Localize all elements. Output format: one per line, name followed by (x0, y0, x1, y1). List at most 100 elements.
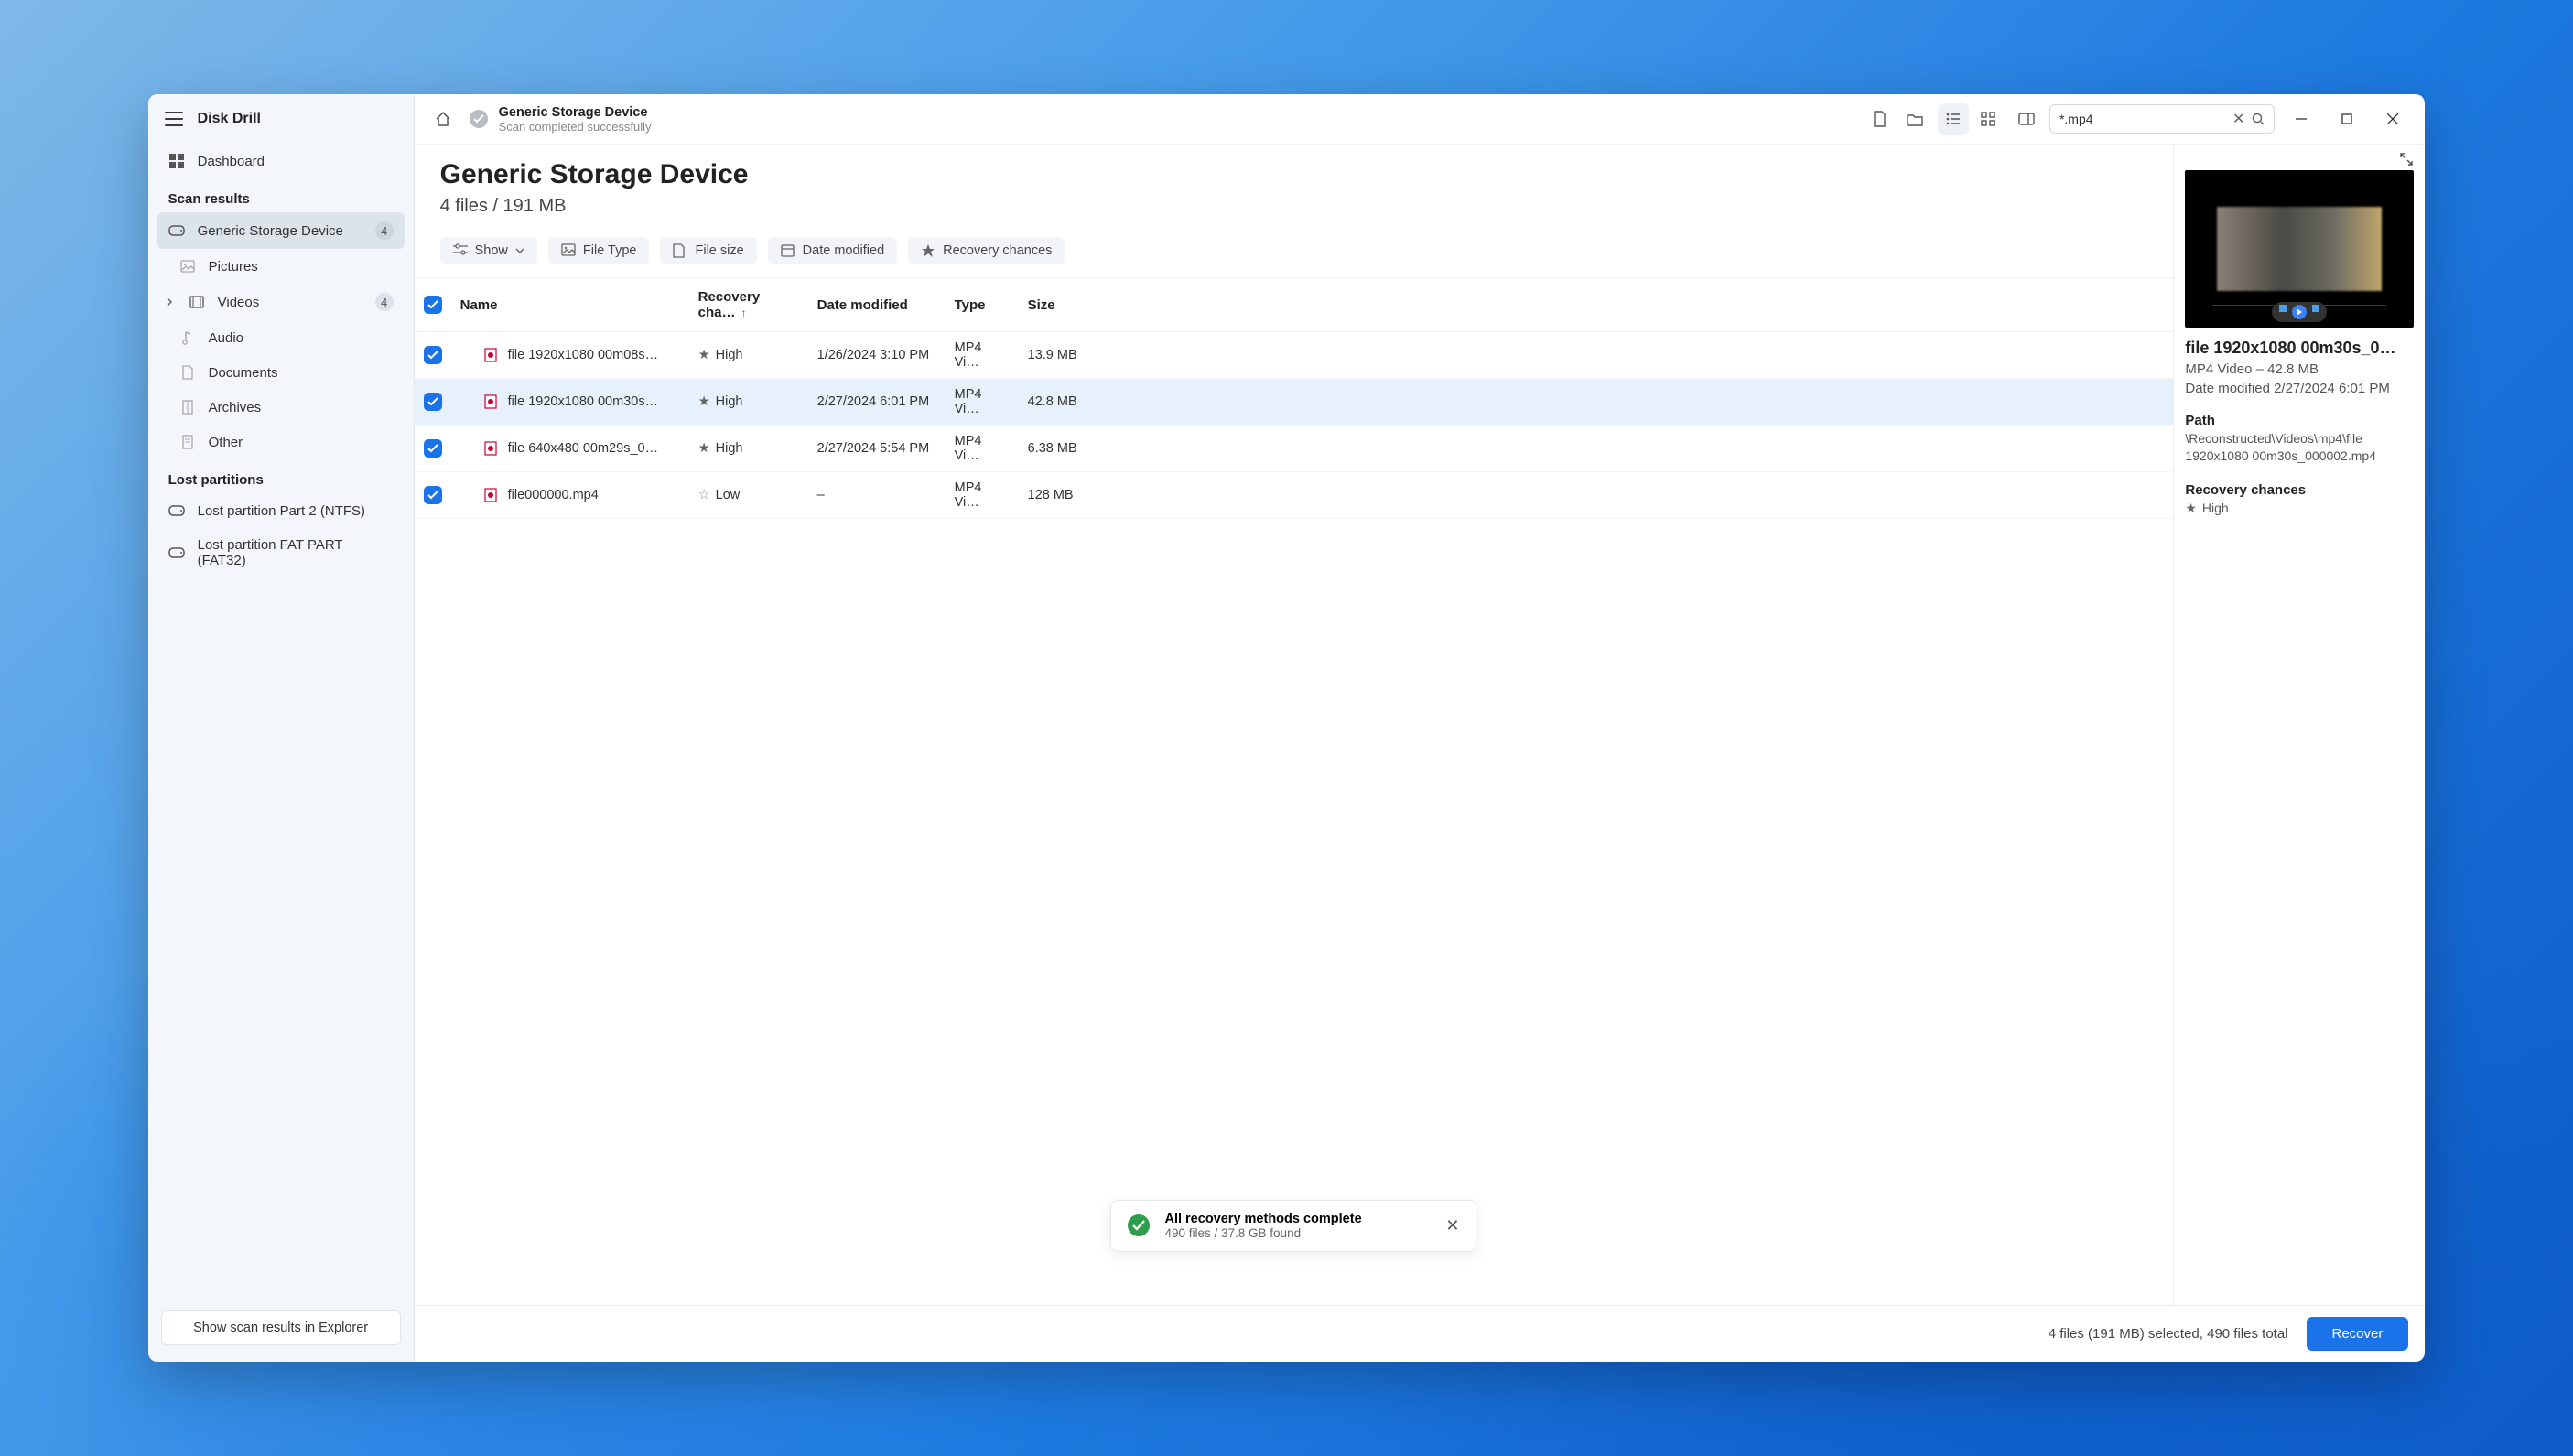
scan-status: Generic Storage Device Scan completed su… (470, 105, 1857, 134)
type-cell: MP4 Vi… (946, 426, 1019, 472)
dashboard-icon (168, 153, 185, 169)
nav-item-pictures[interactable]: Pictures (157, 249, 405, 284)
search-input[interactable] (2059, 112, 2225, 126)
row-checkbox[interactable] (424, 439, 442, 458)
minimize-button[interactable] (2282, 104, 2320, 134)
row-checkbox[interactable] (424, 486, 442, 504)
filetype-filter-button[interactable]: File Type (548, 237, 650, 264)
preview-next-icon[interactable] (2312, 305, 2319, 312)
hamburger-icon[interactable] (165, 112, 183, 126)
nav-label: Dashboard (198, 154, 265, 169)
video-file-icon (482, 487, 499, 503)
filters-bar: Show File Type File size Date modified (415, 228, 2174, 277)
row-checkbox[interactable] (424, 346, 442, 364)
file-name: file 1920x1080 00m30s… (508, 394, 658, 409)
col-name[interactable]: Name (451, 278, 689, 332)
nav-item-documents[interactable]: Documents (157, 355, 405, 390)
selection-stats: 4 files (191 MB) selected, 490 files tot… (2049, 1326, 2288, 1342)
col-checkbox[interactable] (415, 278, 451, 332)
video-preview[interactable] (2185, 170, 2414, 327)
nav-label: Pictures (209, 259, 258, 275)
star-icon: ★ (698, 348, 710, 362)
check-icon (470, 110, 488, 128)
datemodified-filter-button[interactable]: Date modified (768, 237, 897, 264)
details-pane: file 1920x1080 00m30s_0… MP4 Video – 42.… (2173, 145, 2425, 1304)
star-icon: ★ (698, 394, 710, 409)
detail-type-size: MP4 Video – 42.8 MB (2185, 361, 2414, 377)
file-name-cell: file000000.mp4 (460, 487, 680, 503)
search-icon[interactable] (2252, 113, 2265, 125)
home-button[interactable] (427, 103, 459, 135)
expand-preview-icon[interactable] (2399, 152, 2414, 167)
nav-item-audio[interactable]: Audio (157, 320, 405, 355)
clear-search-icon[interactable]: ✕ (2232, 110, 2244, 128)
nav-item-videos[interactable]: Videos 4 (157, 284, 405, 320)
size-cell: 6.38 MB (1019, 426, 2174, 472)
page-subtitle: 4 files / 191 MB (440, 196, 2148, 217)
nav-dashboard[interactable]: Dashboard (157, 144, 405, 178)
topbar-title: Generic Storage Device (499, 105, 652, 120)
pictures-icon (179, 258, 196, 275)
nav-item-other[interactable]: Other (157, 425, 405, 459)
list-pane: Generic Storage Device 4 files / 191 MB … (415, 145, 2174, 1304)
bottom-bar: 4 files (191 MB) selected, 490 files tot… (415, 1305, 2426, 1362)
select-all-checkbox[interactable] (424, 296, 442, 314)
detail-recovery-value: ★High (2185, 500, 2414, 518)
list-view-button[interactable] (1938, 103, 1969, 135)
type-cell: MP4 Vi… (946, 472, 1019, 519)
grid-view-button[interactable] (1973, 103, 2004, 135)
filter-label: Date modified (803, 243, 884, 258)
folder-view-button[interactable] (1899, 103, 1930, 135)
sidebar: Disk Drill Dashboard Scan results Generi… (148, 94, 415, 1361)
table-row[interactable]: file 1920x1080 00m30s…★High2/27/2024 6:0… (415, 379, 2174, 426)
show-filter-button[interactable]: Show (440, 237, 537, 264)
page-title: Generic Storage Device (440, 159, 2148, 190)
nav-item-lost-partition-1[interactable]: Lost partition Part 2 (NTFS) (157, 493, 405, 528)
preview-prev-icon[interactable] (2279, 305, 2287, 312)
file-icon (673, 243, 687, 258)
videos-icon (189, 294, 205, 310)
nav-item-archives[interactable]: Archives (157, 390, 405, 425)
col-type[interactable]: Type (946, 278, 1019, 332)
close-button[interactable] (2373, 104, 2412, 134)
calendface-icon (781, 243, 795, 258)
file-name-cell: file 640x480 00m29s_0… (460, 440, 680, 457)
preview-play-icon[interactable] (2292, 305, 2307, 319)
toast-close-icon[interactable]: ✕ (1445, 1216, 1459, 1235)
file-view-button[interactable] (1865, 103, 1896, 135)
table-row[interactable]: file 640x480 00m29s_0…★High2/27/2024 5:5… (415, 426, 2174, 472)
nav-item-storage-device[interactable]: Generic Storage Device 4 (157, 212, 405, 249)
file-name-cell: file 1920x1080 00m30s… (460, 394, 680, 410)
topbar-subtitle: Scan completed successfully (499, 120, 652, 134)
maximize-button[interactable] (2328, 104, 2366, 134)
recovery-filter-button[interactable]: Recovery chances (908, 237, 1065, 264)
table-row[interactable]: file000000.mp4☆Low–MP4 Vi…128 MB (415, 472, 2174, 519)
other-icon (179, 434, 196, 450)
content: Generic Storage Device 4 files / 191 MB … (415, 145, 2426, 1304)
col-size[interactable]: Size (1019, 278, 2174, 332)
filesize-filter-button[interactable]: File size (660, 237, 756, 264)
nav-item-lost-partition-2[interactable]: Lost partition FAT PART (FAT32) (157, 528, 405, 577)
size-cell: 128 MB (1019, 472, 2174, 519)
detail-date: Date modified 2/27/2024 6:01 PM (2185, 381, 2414, 396)
panel-toggle-button[interactable] (2011, 103, 2042, 135)
col-date[interactable]: Date modified (808, 278, 946, 332)
sidebar-nav: Dashboard Scan results Generic Storage D… (148, 140, 414, 1299)
nav-label: Audio (209, 330, 243, 346)
recover-button[interactable]: Recover (2307, 1317, 2409, 1351)
row-checkbox[interactable] (424, 393, 442, 411)
file-name: file 640x480 00m29s_0… (508, 441, 658, 456)
table-row[interactable]: file 1920x1080 00m08s…★High1/26/2024 3:1… (415, 332, 2174, 379)
type-cell: MP4 Vi… (946, 332, 1019, 379)
search-box[interactable]: ✕ (2049, 104, 2275, 134)
file-table-wrap[interactable]: Name Recovery cha…↑ Date modified Type S… (415, 277, 2174, 1304)
nav-label: Videos (218, 295, 260, 310)
app-window: Disk Drill Dashboard Scan results Generi… (148, 94, 2426, 1361)
col-recovery[interactable]: Recovery cha…↑ (689, 278, 808, 332)
date-cell: 2/27/2024 6:01 PM (808, 379, 946, 426)
documents-icon (179, 364, 196, 381)
show-in-explorer-button[interactable]: Show scan results in Explorer (161, 1310, 401, 1345)
drive-icon (168, 502, 185, 519)
date-cell: 1/26/2024 3:10 PM (808, 332, 946, 379)
video-file-icon (482, 394, 499, 410)
